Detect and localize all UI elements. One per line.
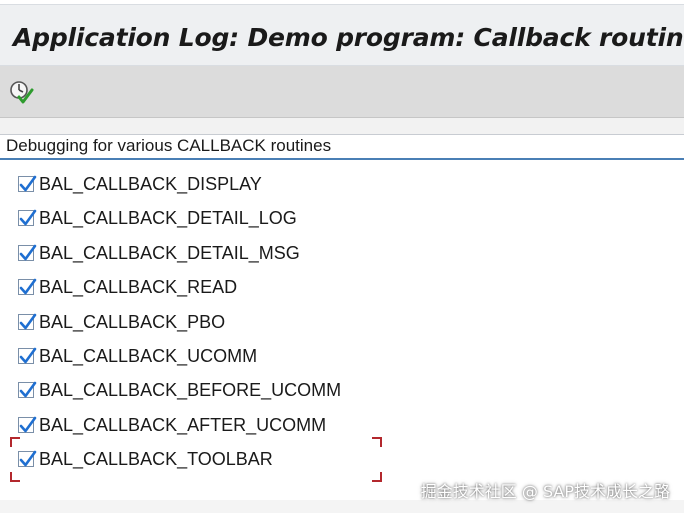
checkbox-row[interactable]: BAL_CALLBACK_AFTER_UCOMM	[18, 413, 326, 437]
focus-frame-corner	[372, 437, 382, 447]
checkbox-label: BAL_CALLBACK_DETAIL_LOG	[39, 207, 297, 228]
focus-frame-corner	[372, 472, 382, 482]
checkmark-icon	[19, 347, 37, 364]
checkbox-row[interactable]: BAL_CALLBACK_UCOMM	[18, 344, 257, 368]
checkbox-row[interactable]: BAL_CALLBACK_TOOLBAR	[18, 447, 273, 471]
sap-screen: Application Log: Demo program: Callback …	[0, 0, 684, 513]
checkbox[interactable]	[18, 313, 37, 330]
checkbox-label: BAL_CALLBACK_READ	[39, 276, 238, 297]
checkbox-label: BAL_CALLBACK_TOOLBAR	[39, 448, 273, 469]
checkmark-icon	[19, 209, 37, 226]
checkmark-icon	[19, 278, 37, 295]
checkbox-label: BAL_CALLBACK_PBO	[39, 311, 226, 332]
checkbox[interactable]	[18, 278, 37, 295]
title-bar: Application Log: Demo program: Callback …	[0, 4, 684, 66]
checkmark-icon	[19, 313, 37, 330]
checkbox[interactable]	[18, 209, 37, 226]
checkbox-row[interactable]: BAL_CALLBACK_BEFORE_UCOMM	[18, 378, 341, 402]
execute-icon	[10, 81, 34, 104]
checkbox-row[interactable]: BAL_CALLBACK_DETAIL_LOG	[18, 206, 297, 230]
checkmark-icon	[19, 416, 37, 433]
execute-button[interactable]	[6, 78, 36, 106]
checkbox[interactable]	[18, 244, 37, 261]
watermark: 掘金技术社区 @ SAP技术成长之路	[420, 482, 670, 501]
checkbox-label: BAL_CALLBACK_AFTER_UCOMM	[39, 414, 327, 435]
window-title: Application Log: Demo program: Callback …	[13, 23, 684, 52]
focus-frame-corner	[10, 437, 20, 447]
checkmark-icon	[19, 244, 37, 261]
group-title-underline	[0, 158, 684, 160]
checkbox[interactable]	[18, 175, 37, 192]
checkbox[interactable]	[18, 416, 37, 433]
checkbox[interactable]	[18, 381, 37, 398]
gap-strip	[0, 118, 684, 134]
checkbox-label: BAL_CALLBACK_DISPLAY	[39, 173, 262, 194]
checkmark-icon	[19, 381, 37, 398]
checkbox-row[interactable]: BAL_CALLBACK_DETAIL_MSG	[18, 241, 300, 265]
checkmark-icon	[19, 175, 37, 192]
checkbox-row[interactable]: BAL_CALLBACK_READ	[18, 275, 237, 299]
checkbox-row[interactable]: BAL_CALLBACK_PBO	[18, 310, 225, 334]
group-title: Debugging for various CALLBACK routines	[6, 136, 332, 155]
checkbox-label: BAL_CALLBACK_BEFORE_UCOMM	[39, 379, 342, 400]
checkbox-label: BAL_CALLBACK_DETAIL_MSG	[39, 242, 300, 263]
checkbox[interactable]	[18, 347, 37, 364]
checkmark-icon	[19, 450, 37, 467]
application-toolbar	[0, 66, 684, 118]
checkbox-label: BAL_CALLBACK_UCOMM	[39, 345, 258, 366]
checkbox-row[interactable]: BAL_CALLBACK_DISPLAY	[18, 172, 262, 196]
checkbox[interactable]	[18, 450, 37, 467]
focus-frame-corner	[10, 472, 20, 482]
